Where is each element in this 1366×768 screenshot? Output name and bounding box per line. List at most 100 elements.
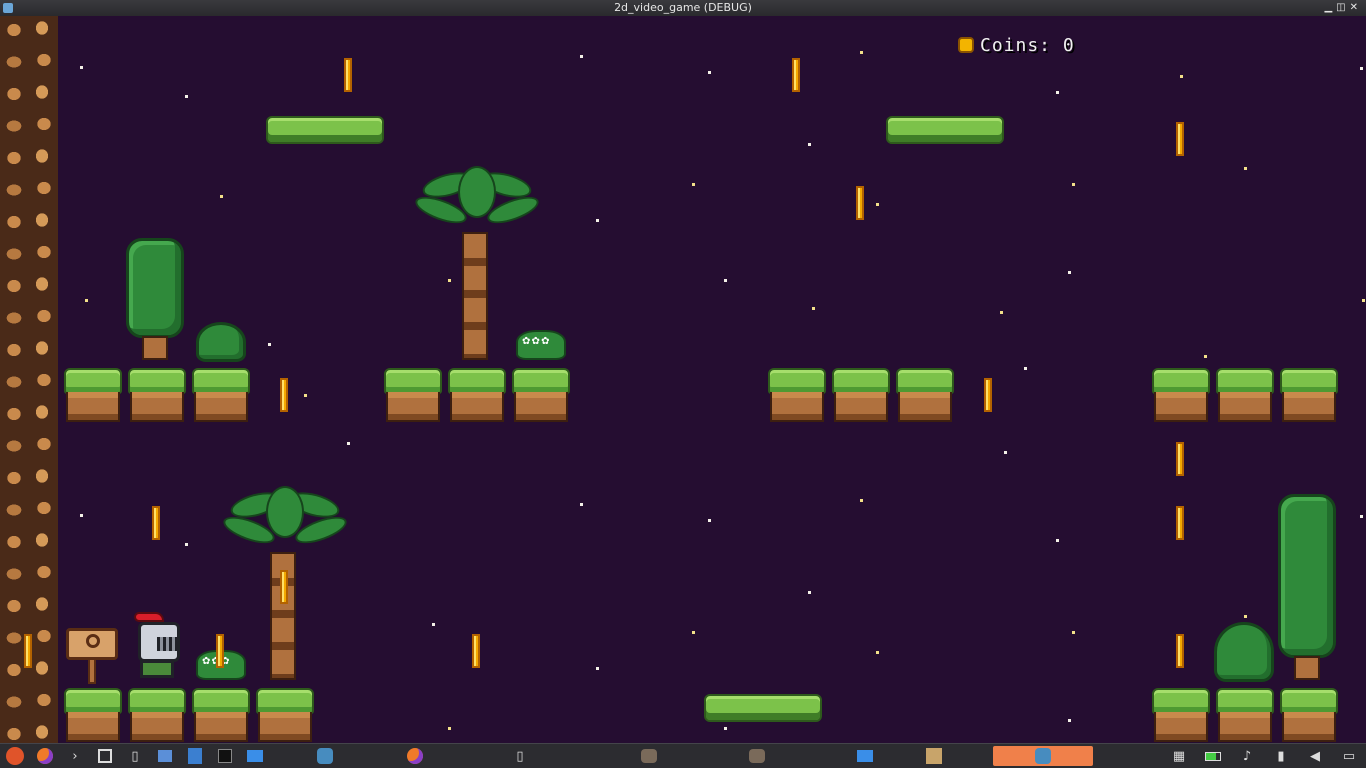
star [304,394,307,397]
ground-tile [64,688,122,743]
godot-icon[interactable] [314,746,336,766]
star [580,503,583,506]
coin [1176,634,1184,668]
coins-label: Coins: 0 [980,34,1075,56]
minimize-icon[interactable]: ▁ [1324,2,1336,13]
godot-icon [3,3,13,13]
ground-tile [1152,368,1210,424]
floating-platform [704,694,822,722]
star [1068,719,1071,722]
ground-tile [448,368,506,424]
star [808,143,811,146]
files-icon [857,750,873,762]
star [1024,367,1027,370]
star [85,299,88,302]
star [1244,167,1247,170]
coin [472,634,480,668]
task-godot-active[interactable] [993,746,1093,766]
star [80,514,83,517]
star [580,55,583,58]
palm-trunk [462,232,488,360]
terminal-icon[interactable]: › [64,746,86,766]
coin [344,58,352,92]
star [860,499,863,502]
usb-icon[interactable]: ▮ [1270,746,1292,766]
volume-icon[interactable]: ◀ [1304,746,1326,766]
tree-stump [1294,656,1320,680]
star [268,343,271,346]
network-icon[interactable]: ▦ [1168,746,1190,766]
task-gimp[interactable] [599,746,699,766]
coin [152,506,160,540]
inkscape-icon[interactable] [214,746,236,766]
coin [984,378,992,412]
ground-tile [64,368,122,424]
ground-tile [768,368,826,424]
star [876,203,879,206]
star [1056,91,1059,94]
star [812,307,815,310]
star [1244,615,1247,618]
firefox-icon[interactable] [404,746,426,766]
window-titlebar[interactable]: 2d_video_game (DEBUG) ▁◫✕ [0,0,1366,16]
star [1360,515,1363,518]
star [808,591,811,594]
ground-tile [1280,368,1338,424]
coin [1176,442,1184,476]
firefox-icon[interactable] [34,746,56,766]
flower-bush [516,330,566,360]
knight-player [132,612,184,680]
notification-icon[interactable]: ♪ [1236,746,1258,766]
star [80,66,83,69]
star [448,279,451,282]
editor-icon[interactable] [184,746,206,766]
gimp-icon [749,749,765,763]
bush [196,322,246,362]
coin [280,378,288,412]
star [1056,539,1059,542]
taskbar: › ▯ ▯ ▦ ♪ ▮ ◀ ▭ [0,743,1366,768]
ground-tile [128,688,186,743]
godot-icon [1035,748,1051,764]
star [724,279,727,282]
restore-icon[interactable]: ◫ [1336,2,1349,13]
coin [24,634,32,668]
star [692,631,695,634]
star [1360,67,1363,70]
tree-stump [142,336,168,360]
star [1068,271,1071,274]
coin [216,634,224,668]
coin [280,570,288,604]
ground-tile [192,368,250,424]
start-menu-icon[interactable] [4,746,26,766]
ground-tile [1152,688,1210,743]
desktop-icon[interactable]: ▭ [1338,746,1360,766]
ground-tile [256,688,314,743]
ground-tile [1280,688,1338,743]
star [1004,451,1007,454]
notes-icon[interactable] [94,746,116,766]
task-files[interactable] [815,746,915,766]
star [708,71,711,74]
gimp-icon [641,749,657,763]
ground-tile [512,368,570,424]
window-controls: ▁◫✕ [1324,0,1362,16]
star [432,623,435,626]
ground-tile [832,368,890,424]
wooden-sign [66,628,118,684]
star [347,442,350,445]
app-icon[interactable]: ▯ [124,746,146,766]
ground-tile [1216,368,1274,424]
game-viewport[interactable]: Coins: 0 [0,16,1366,743]
task-gimp[interactable] [707,746,807,766]
phone-icon[interactable]: ▯ [509,746,531,766]
archive-icon[interactable] [923,746,945,766]
screenshot-icon[interactable] [154,746,176,766]
files-icon[interactable] [244,746,266,766]
close-icon[interactable]: ✕ [1350,2,1362,13]
battery-icon[interactable] [1202,746,1224,766]
bush [1214,622,1274,682]
star [876,651,879,654]
star [860,51,863,54]
star [596,219,599,222]
